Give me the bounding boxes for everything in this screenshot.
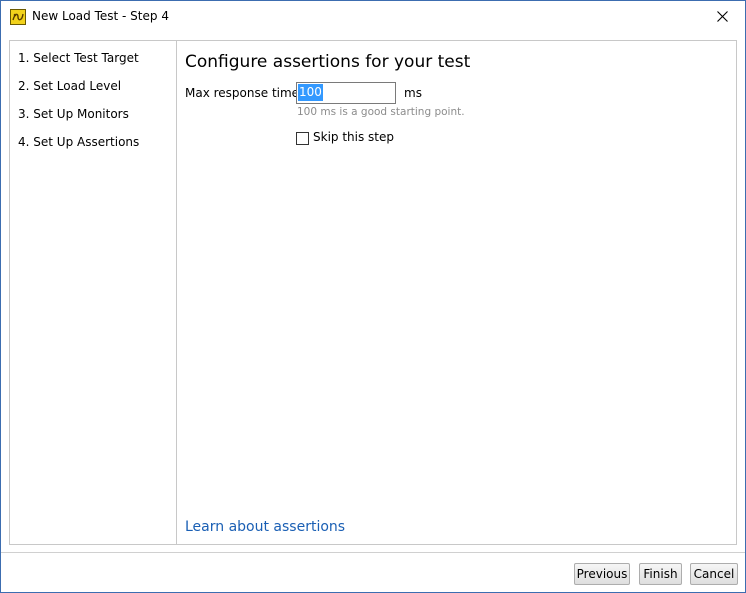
step-set-up-monitors: 3. Set Up Monitors (18, 107, 129, 121)
wizard-content: 1. Select Test Target 2. Set Load Level … (9, 40, 737, 545)
step-set-up-assertions: 4. Set Up Assertions (18, 135, 140, 149)
app-logo-icon (10, 9, 26, 25)
window-title: New Load Test - Step 4 (32, 9, 169, 23)
learn-about-assertions-link[interactable]: Learn about assertions (185, 519, 345, 535)
title-bar: New Load Test - Step 4 (1, 1, 745, 32)
main-panel: Configure assertions for your test Max r… (177, 41, 736, 544)
dialog-window: New Load Test - Step 4 1. Select Test Ta… (0, 0, 746, 593)
max-response-time-value: 100 (298, 84, 323, 101)
page-title: Configure assertions for your test (185, 52, 471, 72)
footer-divider (1, 552, 745, 553)
close-button[interactable] (699, 1, 745, 31)
hint-text: 100 ms is a good starting point. (297, 106, 465, 118)
step-set-load-level: 2. Set Load Level (18, 79, 122, 93)
step-select-test-target: 1. Select Test Target (18, 51, 139, 65)
skip-step-checkbox[interactable] (296, 132, 309, 145)
previous-button[interactable]: Previous (574, 563, 630, 585)
finish-button[interactable]: Finish (639, 563, 682, 585)
close-icon (716, 10, 728, 22)
cancel-button[interactable]: Cancel (690, 563, 738, 585)
unit-label: ms (404, 86, 422, 100)
steps-sidebar: 1. Select Test Target 2. Set Load Level … (10, 41, 177, 544)
max-response-time-label: Max response time: (185, 86, 304, 100)
skip-step-label[interactable]: Skip this step (313, 130, 394, 144)
